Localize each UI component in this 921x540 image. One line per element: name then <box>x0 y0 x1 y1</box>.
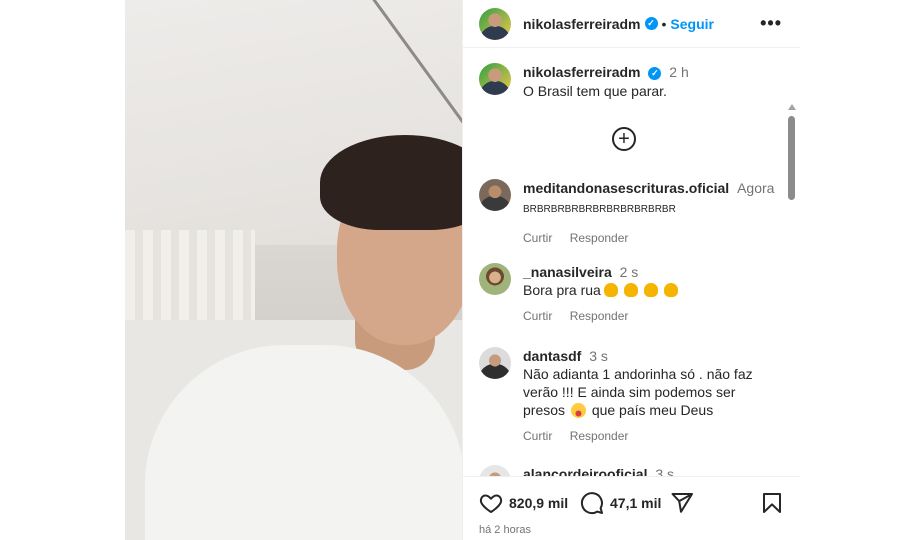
comment-text: Bora pra rua <box>523 281 783 299</box>
scroll-up-icon[interactable] <box>788 104 796 110</box>
author-avatar[interactable] <box>479 7 511 40</box>
comment-text-part: que país meu Deus <box>591 402 714 418</box>
comment-text-line: presos que país meu Deus <box>523 401 783 419</box>
post-header: nikolasferreiradm ✓ • Seguir ••• <box>463 0 800 48</box>
plus-circle-icon[interactable]: + <box>612 127 636 151</box>
caption-text: O Brasil tem que parar. <box>523 83 667 99</box>
like-comment-button[interactable]: Curtir <box>523 309 552 323</box>
comment-item: meditandonasescrituras.oficial Agora BRB… <box>479 179 783 245</box>
comment-item: _nanasilveira 2 s Bora pra rua Curtir Re… <box>479 263 783 323</box>
comment-time[interactable]: Agora <box>737 180 774 196</box>
comment-username[interactable]: _nanasilveira <box>523 264 612 280</box>
commenter-avatar[interactable] <box>479 179 511 211</box>
comment-text-body: Bora pra rua <box>523 282 601 298</box>
comment-username[interactable]: alancordeirooficial <box>523 466 647 476</box>
heart-icon[interactable] <box>479 491 503 515</box>
reply-comment-button[interactable]: Responder <box>570 309 629 323</box>
clapping-hands-icon <box>643 283 658 297</box>
comment-username[interactable]: dantasdf <box>523 348 581 364</box>
comment-stat: 47,1 mil <box>580 491 661 515</box>
comment-time[interactable]: 3 s <box>589 348 608 364</box>
post-actions-bar: 820,9 mil 47,1 mil há 2 horas <box>463 476 800 540</box>
post-sidebar: nikolasferreiradm ✓ • Seguir ••• nikolas… <box>462 0 800 540</box>
verified-badge-icon: ✓ <box>648 66 662 80</box>
share-stat <box>670 491 694 515</box>
header-separator: • <box>661 15 667 32</box>
save-stat <box>760 491 784 515</box>
comments-scrollbar[interactable] <box>787 104 796 476</box>
clapping-hands-icon <box>603 283 618 297</box>
commenter-avatar[interactable] <box>479 347 511 379</box>
comment-text: BRBRBRBRBRBRBRBRBRBRBR <box>523 204 676 215</box>
like-count[interactable]: 820,9 mil <box>509 495 568 511</box>
caption-time[interactable]: 2 h <box>669 64 688 80</box>
commenter-avatar[interactable] <box>479 465 511 476</box>
send-icon[interactable] <box>670 491 694 515</box>
laughing-face-icon <box>570 403 586 418</box>
comment-time[interactable]: 3 s <box>655 466 674 476</box>
reply-comment-button[interactable]: Responder <box>570 429 629 443</box>
like-stat: 820,9 mil <box>479 491 568 515</box>
like-comment-button[interactable]: Curtir <box>523 231 552 245</box>
caption: nikolasferreiradm ✓ 2 h O Brasil tem que… <box>479 63 783 100</box>
comment-username[interactable]: meditandonasescrituras.oficial <box>523 180 729 196</box>
author-username[interactable]: nikolasferreiradm <box>523 16 641 32</box>
comment-item: alancordeirooficial 3 s <box>479 465 783 476</box>
caption-username[interactable]: nikolasferreiradm <box>523 64 641 80</box>
like-comment-button[interactable]: Curtir <box>523 429 552 443</box>
scrollbar-thumb[interactable] <box>788 116 795 200</box>
reply-comment-button[interactable]: Responder <box>570 231 629 245</box>
comments-list[interactable]: nikolasferreiradm ✓ 2 h O Brasil tem que… <box>463 49 800 476</box>
post-media[interactable] <box>125 0 462 540</box>
verified-badge-icon: ✓ <box>644 17 658 30</box>
post-timestamp[interactable]: há 2 horas <box>479 524 531 536</box>
comment-time[interactable]: 2 s <box>620 264 639 280</box>
commenter-avatar[interactable] <box>479 263 511 295</box>
comment-item: dantasdf 3 s Não adianta 1 andorinha só … <box>479 347 783 443</box>
caption-avatar[interactable] <box>479 63 511 95</box>
comment-count[interactable]: 47,1 mil <box>610 495 661 511</box>
clapping-hands-icon <box>623 283 638 297</box>
comment-text-line: verão !!! E ainda sim podemos ser <box>523 384 736 400</box>
comment-text-line: Não adianta 1 andorinha só . não faz <box>523 366 753 382</box>
comment-text-part: presos <box>523 402 566 418</box>
bookmark-icon[interactable] <box>760 491 784 515</box>
comment-bubble-icon[interactable] <box>580 491 604 515</box>
more-options-icon[interactable]: ••• <box>760 13 782 34</box>
follow-button[interactable]: Seguir <box>670 16 714 32</box>
clapping-hands-icon <box>663 283 678 297</box>
